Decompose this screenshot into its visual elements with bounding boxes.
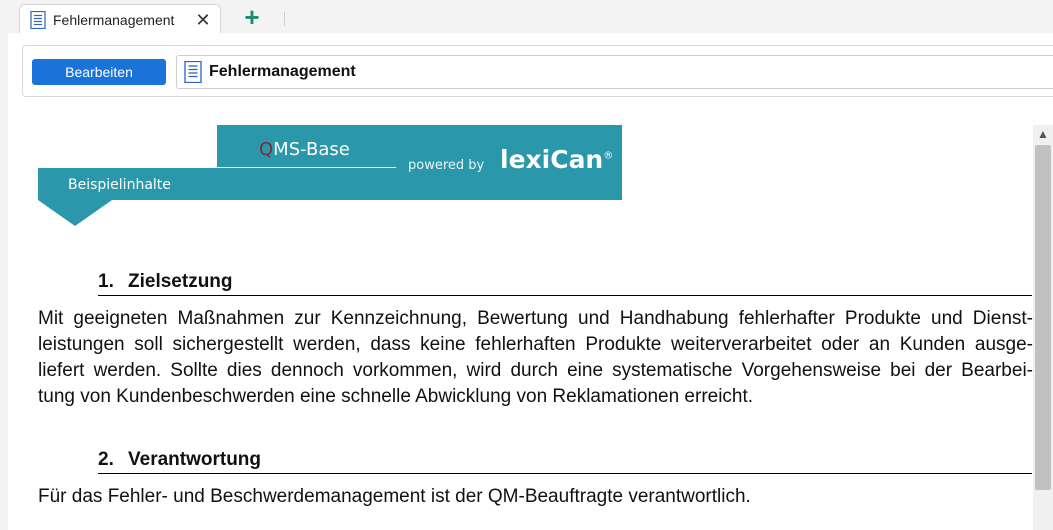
document-title-field: Fehlermanagement (176, 55, 1053, 89)
section-heading: 2. Verantwortung (98, 448, 1032, 474)
paragraph-line: tung von Kundenbeschwerden eine schnelle… (38, 386, 754, 407)
section-title: Zielsetzung (128, 271, 233, 292)
paragraph-line: liefert werden. Sollte dies dennoch vork… (38, 360, 1033, 381)
scrollbar-thumb[interactable] (1035, 145, 1051, 490)
qms-banner: QMS-Base Beispielinhalte powered by lexi… (38, 125, 622, 229)
sample-content-label: Beispielinhalte (68, 177, 171, 193)
paragraph-line: Für das Fehler- und Beschwerdemanagement… (38, 486, 751, 507)
tab-label: Fehlermanagement (53, 11, 175, 28)
new-tab-button[interactable]: + (238, 4, 266, 32)
powered-by-label: powered by (408, 158, 485, 173)
tab-strip: Fehlermanagement ✕ + (0, 0, 1053, 34)
edit-button[interactable]: Bearbeiten (32, 59, 166, 85)
paragraph-line: leistungen soll sichergestellt werden, d… (38, 334, 1033, 355)
document-body: QMS-Base Beispielinhalte powered by lexi… (8, 125, 1053, 530)
vertical-scrollbar[interactable]: ▲ (1033, 125, 1053, 530)
chevron-up-icon[interactable]: ▲ (1033, 125, 1053, 143)
document-title: Fehlermanagement (209, 63, 356, 80)
tab-divider (284, 12, 285, 26)
lexican-logo: lexiCan® (500, 145, 614, 174)
tab-fehlermanagement[interactable]: Fehlermanagement ✕ (19, 4, 221, 34)
banner-triangle (38, 200, 112, 226)
section-paragraph: Für das Fehler- und Beschwerdemanagement… (38, 484, 1033, 510)
content-pane: Bearbeiten Fehlermanagement QMS-Base Bei… (8, 33, 1053, 530)
close-icon[interactable]: ✕ (192, 11, 214, 29)
document-icon (30, 10, 46, 29)
banner-divider (217, 167, 396, 168)
document-toolbar: Bearbeiten Fehlermanagement (22, 45, 1053, 97)
paragraph-line: Mit geeigneten Maßnahmen zur Kennzeichnu… (38, 308, 1033, 329)
section-title: Verantwortung (128, 449, 262, 470)
document-icon (184, 61, 202, 83)
section-heading: 1. Zielsetzung (98, 270, 1032, 296)
section-number: 2. (98, 449, 114, 470)
section-number: 1. (98, 271, 114, 292)
qms-base-logo: QMS-Base (259, 139, 350, 160)
section-paragraph: Mit geeigneten Maßnahmen zur Kennzeichnu… (38, 306, 1033, 410)
